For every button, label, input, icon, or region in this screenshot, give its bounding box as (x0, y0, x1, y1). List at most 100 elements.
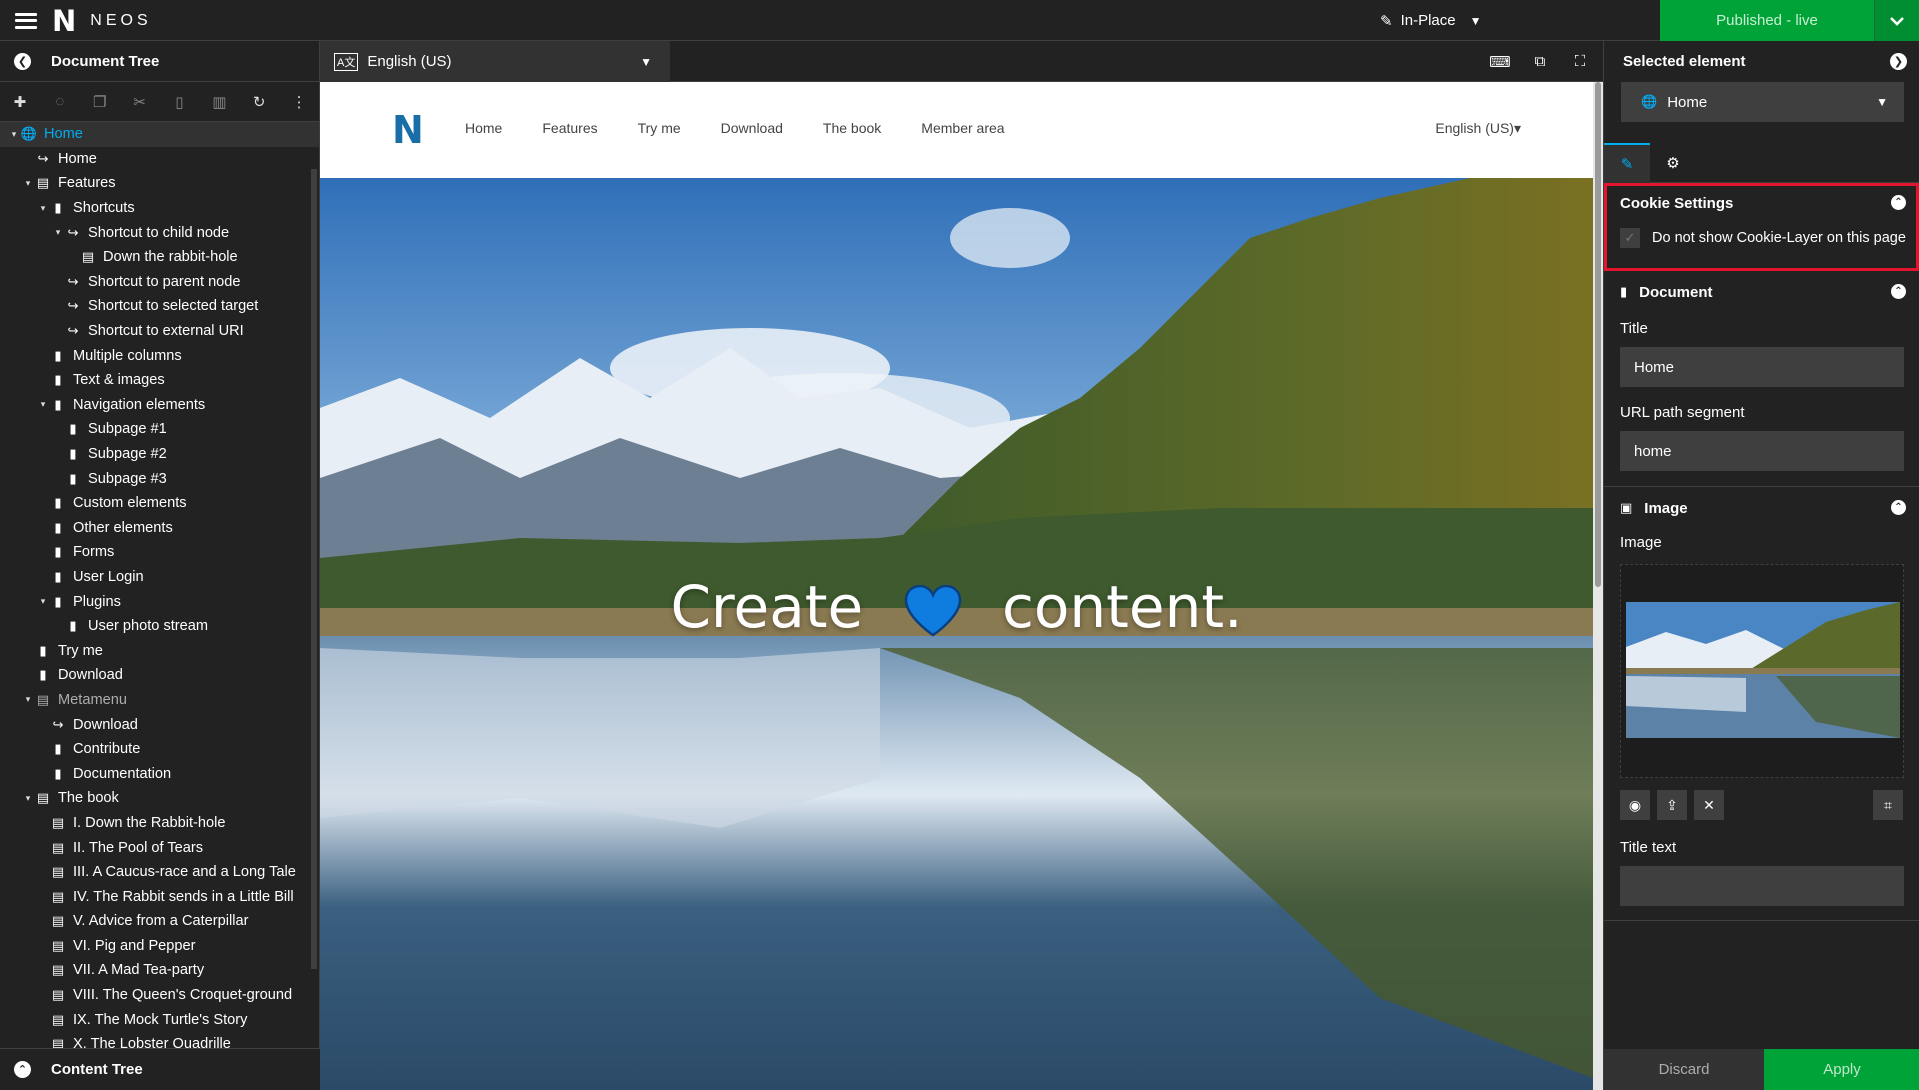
crop-image-button[interactable]: ⌗ (1873, 790, 1903, 820)
site-nav-item[interactable]: Download (721, 120, 783, 136)
apply-button[interactable]: Apply (1764, 1049, 1919, 1090)
publish-button[interactable]: Published - live (1660, 0, 1874, 41)
title-input[interactable] (1620, 347, 1904, 387)
collapse-section-icon[interactable]: ⌃ (1891, 195, 1906, 210)
main-menu-button[interactable] (0, 0, 52, 41)
cookie-settings-header[interactable]: Cookie Settings ⌃ (1607, 186, 1916, 220)
expand-up-icon[interactable]: ⌃ (14, 1061, 31, 1078)
website-preview[interactable]: N Home Features Try me Download The book Memb… (320, 82, 1593, 1090)
tree-node[interactable]: ↪ Shortcut to selected target (0, 294, 319, 319)
tree-node[interactable]: ▮ Multiple columns (0, 343, 319, 368)
refresh-tree-button[interactable]: ↻ (239, 82, 279, 122)
tree-node[interactable]: ▤ II. The Pool of Tears (0, 835, 319, 860)
preview-scrollbar-thumb[interactable] (1595, 82, 1601, 587)
toggle-caret-icon[interactable]: ▾ (22, 694, 34, 705)
content-tree-header[interactable]: ⌃ Content Tree (0, 1048, 320, 1090)
toggle-caret-icon[interactable]: ▾ (52, 227, 64, 238)
language-dimension-selector[interactable]: A文 English (US) ▼ (320, 41, 670, 82)
site-language-menu[interactable]: English (US)▾ (1435, 120, 1521, 137)
tree-node[interactable]: ▤ VI. Pig and Pepper (0, 934, 319, 959)
selected-node-selector[interactable]: 🌐 Home ▼ (1621, 82, 1904, 122)
tree-node[interactable]: ▤ VII. A Mad Tea-party (0, 958, 319, 983)
tree-node[interactable]: ↪ Home (0, 147, 319, 172)
more-options-button[interactable]: ⋮ (279, 82, 319, 122)
edit-preview-mode-selector[interactable]: ✎ In-Place ▼ (1380, 0, 1482, 41)
tree-node[interactable]: ▾ 🌐 Home (0, 122, 319, 147)
image-thumbnail[interactable] (1626, 602, 1900, 738)
tree-node[interactable]: ▮ User Login (0, 565, 319, 590)
cut-node-button[interactable]: ✂ (120, 82, 160, 122)
tab-content[interactable]: ✎ (1604, 143, 1650, 183)
toggle-caret-icon[interactable]: ▾ (37, 399, 49, 410)
preview-scrollbar[interactable] (1593, 82, 1603, 1090)
site-nav-item[interactable]: Home (465, 120, 502, 136)
site-logo[interactable]: N (392, 110, 424, 150)
tree-node[interactable]: ▮ Forms (0, 540, 319, 565)
collapse-section-icon[interactable]: ⌃ (1891, 500, 1906, 515)
upload-image-button[interactable]: ⇪ (1657, 790, 1687, 820)
site-nav-item[interactable]: Try me (638, 120, 681, 136)
hero-headline[interactable]: Create content. (320, 573, 1593, 641)
tree-node[interactable]: ▮ Download (0, 663, 319, 688)
collapse-left-icon[interactable]: ❮ (14, 52, 31, 70)
document-section-header[interactable]: ▮ Document ⌃ (1604, 273, 1919, 311)
toggle-caret-icon[interactable]: ▾ (8, 129, 20, 140)
publish-dropdown-button[interactable] (1874, 0, 1919, 41)
tree-node[interactable]: ▾ ▮ Navigation elements (0, 393, 319, 418)
tree-node[interactable]: ▤ Down the rabbit-hole (0, 245, 319, 270)
site-nav-item[interactable]: Features (542, 120, 597, 136)
tree-node[interactable]: ▮ Contribute (0, 737, 319, 762)
tree-node[interactable]: ▮ User photo stream (0, 614, 319, 639)
tree-node[interactable]: ▾ ▤ Metamenu (0, 688, 319, 713)
tree-node[interactable]: ▤ III. A Caucus-race and a Long Tale (0, 860, 319, 885)
tree-node[interactable]: ▾ ▮ Shortcuts (0, 196, 319, 221)
media-browser-button[interactable]: ◉ (1620, 790, 1650, 820)
tab-settings[interactable]: ⚙ (1650, 143, 1696, 183)
tree-node[interactable]: ▤ IV. The Rabbit sends in a Little Bill (0, 884, 319, 909)
tree-node[interactable]: ▮ Custom elements (0, 491, 319, 516)
site-nav-item[interactable]: Member area (921, 120, 1004, 136)
tree-node[interactable]: ▮ Documentation (0, 761, 319, 786)
toggle-caret-icon[interactable]: ▾ (37, 596, 49, 607)
fullscreen-button[interactable]: ⛶ (1560, 41, 1600, 82)
add-node-button[interactable]: ✚ (0, 82, 40, 122)
site-nav-item[interactable]: The book (823, 120, 881, 136)
tree-node[interactable]: ▤ VIII. The Queen's Croquet-ground (0, 983, 319, 1008)
collapse-right-icon[interactable]: ❯ (1890, 53, 1907, 70)
tree-node[interactable]: ↪ Download (0, 712, 319, 737)
tree-node[interactable]: ↪ Shortcut to external URI (0, 319, 319, 344)
tree-node[interactable]: ▮ Subpage #1 (0, 417, 319, 442)
tree-node[interactable]: ▾ ↪ Shortcut to child node (0, 220, 319, 245)
tree-node[interactable]: ▮ Text & images (0, 368, 319, 393)
hide-node-button[interactable]: ◌ (40, 82, 80, 122)
image-section-header[interactable]: ▣ Image ⌃ (1604, 489, 1919, 527)
hero-image[interactable]: Create content. (320, 178, 1593, 1090)
tree-scrollbar[interactable] (311, 169, 317, 969)
discard-button[interactable]: Discard (1604, 1049, 1764, 1090)
tree-node[interactable]: ▮ Subpage #2 (0, 442, 319, 467)
remove-image-button[interactable]: ✕ (1694, 790, 1724, 820)
tree-node[interactable]: ▤ IX. The Mock Turtle's Story (0, 1007, 319, 1032)
tree-node[interactable]: ▮ Subpage #3 (0, 466, 319, 491)
toggle-caret-icon[interactable]: ▾ (22, 178, 34, 189)
tree-node[interactable]: ▾ ▤ Features (0, 171, 319, 196)
cookie-layer-checkbox[interactable]: ✓ (1620, 228, 1640, 248)
delete-node-button[interactable]: ▥ (199, 82, 239, 122)
tree-node[interactable]: ▮ Try me (0, 638, 319, 663)
copy-node-button[interactable]: ❐ (80, 82, 120, 122)
tree-node[interactable]: ▤ I. Down the Rabbit-hole (0, 811, 319, 836)
url-path-input[interactable] (1620, 431, 1904, 471)
tree-node[interactable]: ▾ ▤ The book (0, 786, 319, 811)
tree-node[interactable]: ↪ Shortcut to parent node (0, 270, 319, 295)
collapse-section-icon[interactable]: ⌃ (1891, 284, 1906, 299)
paste-node-button[interactable]: ▯ (160, 82, 200, 122)
keyboard-shortcuts-button[interactable]: ⌨ (1480, 41, 1520, 82)
toggle-caret-icon[interactable]: ▾ (22, 793, 34, 804)
document-tree-header[interactable]: ❮ Document Tree (0, 41, 319, 82)
toggle-caret-icon[interactable]: ▾ (37, 203, 49, 214)
tree-node[interactable]: ▾ ▮ Plugins (0, 589, 319, 614)
title-text-input[interactable] (1620, 866, 1904, 906)
image-dropzone[interactable] (1620, 564, 1904, 778)
open-in-new-window-button[interactable]: ⧉ (1520, 41, 1560, 82)
tree-node[interactable]: ▮ Other elements (0, 516, 319, 541)
